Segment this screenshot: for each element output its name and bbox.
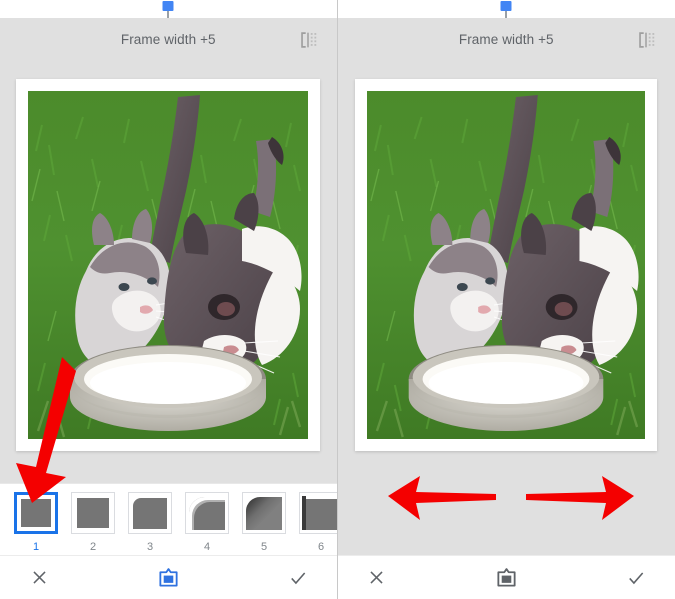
editor-panel-right: Frame width +5 (336, 0, 675, 599)
frame-style-thumbnail-5[interactable]: 5 (242, 492, 286, 554)
compare-split-icon[interactable] (297, 29, 319, 51)
frame-width-slider-handle[interactable] (162, 1, 174, 11)
frame-icon (497, 568, 516, 587)
photo-stage-right (337, 61, 675, 555)
cancel-button[interactable] (24, 563, 54, 593)
thumbnail-art-1 (21, 499, 51, 527)
photo-frame-right (355, 79, 658, 451)
photo-stage-left (0, 61, 337, 483)
frame-style-thumbnail-3[interactable]: 3 (128, 492, 172, 554)
thumbnail-preview-1 (14, 492, 58, 534)
thumbnail-preview-3 (128, 492, 172, 534)
thumbnail-label-4: 4 (203, 541, 211, 553)
close-icon (370, 571, 383, 584)
frame-icon (159, 568, 178, 587)
frame-style-thumbnail-strip[interactable]: 1 2 3 4 5 6 (0, 483, 337, 555)
frame-style-thumbnail-4[interactable]: 4 (185, 492, 229, 554)
thumbnail-label-5: 5 (260, 541, 268, 553)
compare-split-icon[interactable] (635, 29, 657, 51)
photo-frame-editor-screenshot: Frame width +5 1 2 3 4 5 6 Frame width +… (0, 0, 675, 599)
thumbnail-art-6 (302, 496, 337, 530)
check-icon (629, 571, 644, 584)
thumbnail-art-4 (189, 496, 225, 530)
frame-width-slider-handle[interactable] (500, 1, 512, 11)
frame-tool-button[interactable] (491, 563, 521, 593)
editor-header-right: Frame width +5 (337, 18, 675, 61)
kitten-photo-right (367, 91, 646, 439)
frame-width-label: Frame width +5 (120, 32, 216, 47)
editor-panel-left: Frame width +5 1 2 3 4 5 6 (0, 0, 337, 599)
thumbnail-preview-6 (299, 492, 337, 534)
editor-toolbar-left (0, 555, 337, 599)
frame-tool-button[interactable] (153, 563, 183, 593)
check-icon (290, 571, 305, 584)
photo-frame-left (16, 79, 321, 451)
confirm-button[interactable] (283, 563, 313, 593)
kitten-photo-left (28, 91, 309, 439)
thumbnail-label-2: 2 (89, 541, 97, 553)
thumbnail-label-6: 6 (317, 541, 325, 553)
frame-width-label: Frame width +5 (458, 32, 554, 47)
cancel-button[interactable] (362, 563, 392, 593)
frame-width-slider-track[interactable] (337, 0, 675, 21)
confirm-button[interactable] (621, 563, 651, 593)
thumbnail-art-3 (133, 497, 167, 529)
close-icon (32, 571, 46, 584)
thumbnail-label-1: 1 (32, 541, 40, 553)
editor-toolbar-right (337, 555, 675, 599)
editor-header-left: Frame width +5 (0, 18, 337, 61)
frame-style-thumbnail-6[interactable]: 6 (299, 492, 337, 554)
frame-style-thumbnail-1[interactable]: 1 (14, 492, 58, 554)
thumbnail-art-5 (246, 496, 282, 530)
thumbnail-preview-4 (185, 492, 229, 534)
thumbnail-preview-2 (71, 492, 115, 534)
frame-style-thumbnail-2[interactable]: 2 (71, 492, 115, 554)
thumbnail-art-2 (77, 498, 109, 528)
thumbnail-label-3: 3 (146, 541, 154, 553)
frame-width-slider-track[interactable] (0, 0, 337, 21)
thumbnail-preview-5 (242, 492, 286, 534)
